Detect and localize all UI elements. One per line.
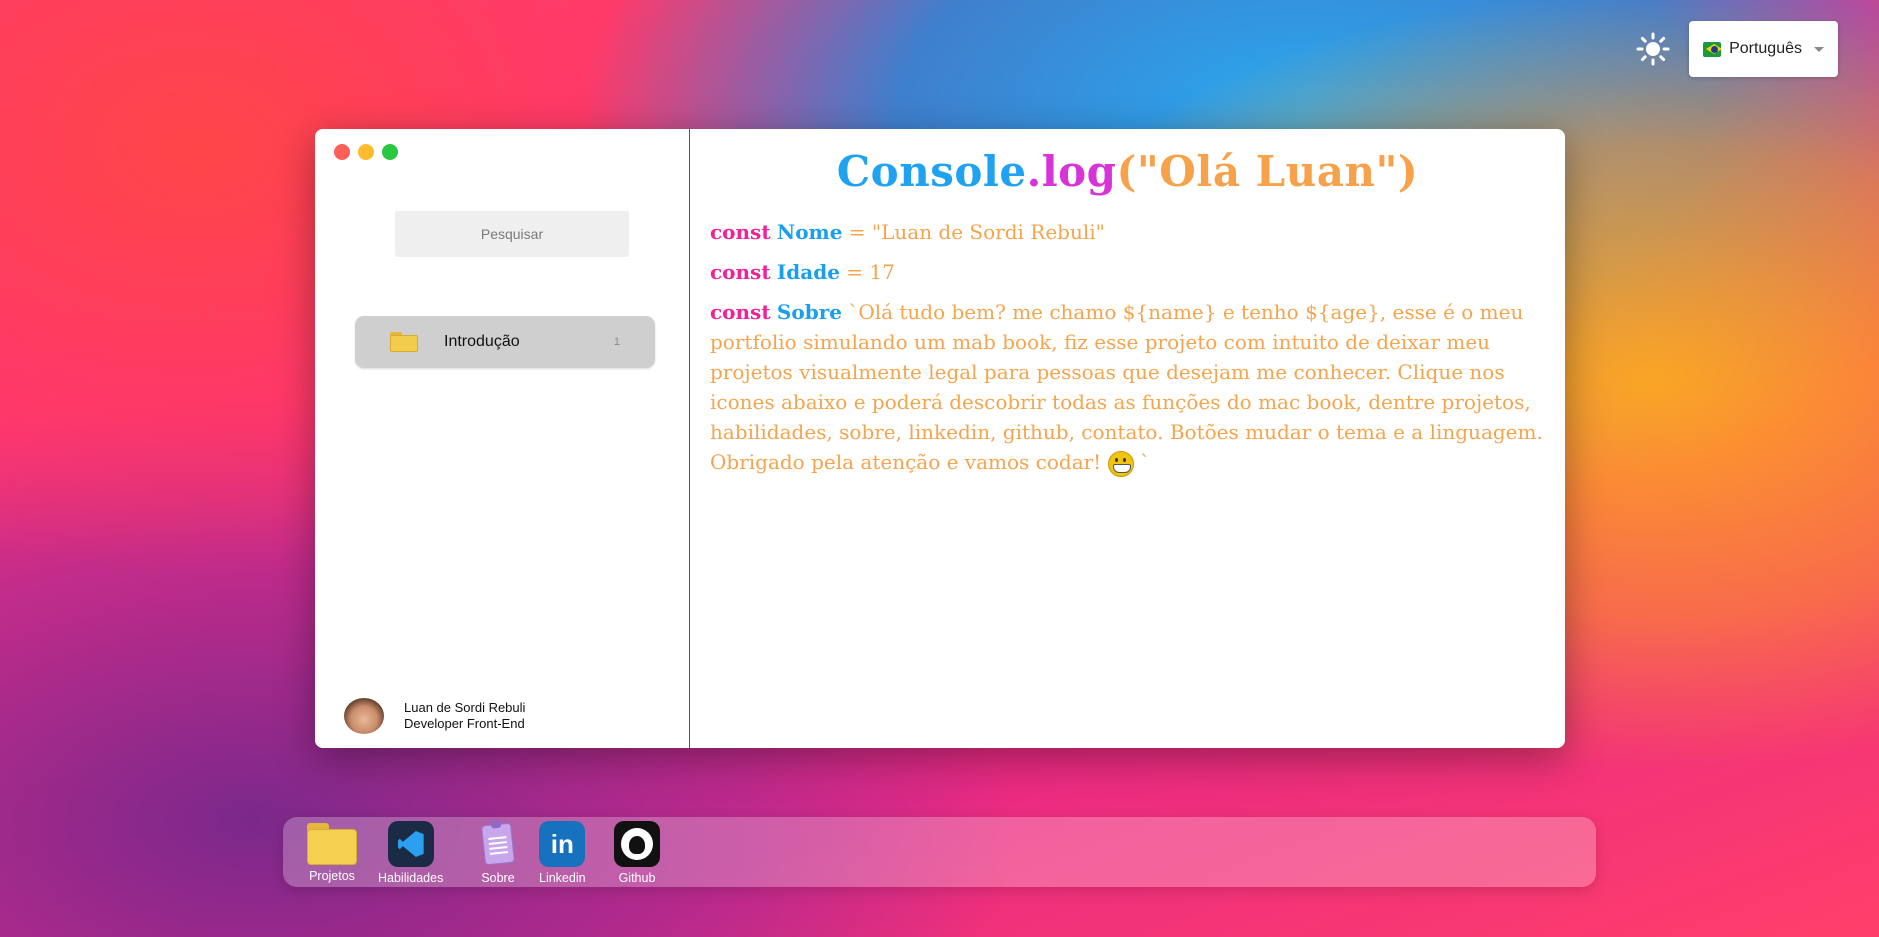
code-line-nome: const Nome = "Luan de Sordi Rebuli"	[710, 217, 1560, 247]
code-identifier: Idade	[776, 260, 840, 284]
dock-item-habilidades[interactable]: Habilidades	[378, 821, 443, 885]
window-controls	[334, 144, 398, 160]
code-identifier: Nome	[776, 220, 843, 244]
code-line-idade: const Idade = 17	[710, 257, 1560, 287]
minimize-button[interactable]	[358, 144, 374, 160]
dock-label: Sobre	[481, 871, 515, 885]
code-value: `Olá tudo bem? me chamo ${name} e tenho …	[710, 300, 1543, 474]
brazil-flag-icon	[1703, 41, 1723, 57]
dock-item-sobre[interactable]: Sobre	[475, 821, 521, 885]
search-input[interactable]	[395, 211, 629, 257]
code-keyword: const	[710, 260, 771, 284]
linkedin-icon: in	[539, 821, 586, 867]
sidebar-item-count: 1	[613, 336, 620, 348]
dock-item-github[interactable]: Github	[614, 821, 660, 885]
dock-label: Habilidades	[378, 871, 444, 885]
close-button[interactable]	[334, 144, 350, 160]
profile-name: Luan de Sordi Rebuli	[404, 700, 526, 715]
code-value: = "Luan de Sordi Rebuli"	[848, 220, 1105, 244]
dock-label: Github	[618, 871, 656, 885]
dock-label: Linkedin	[539, 871, 586, 885]
title-dot: .	[1026, 147, 1042, 196]
avatar	[344, 698, 384, 734]
github-icon	[614, 821, 660, 867]
code-value: = 17	[846, 260, 895, 284]
sidebar-item-introducao[interactable]: Introdução 1	[355, 316, 655, 368]
code-line-sobre: const Sobre `Olá tudo bem? me chamo ${na…	[710, 297, 1560, 477]
main-window: Introdução 1 Luan de Sordi Rebuli Develo…	[315, 129, 1565, 748]
grin-emoji-icon	[1107, 450, 1134, 477]
profile: Luan de Sordi Rebuli Developer Front-End	[344, 698, 525, 734]
code-value-end: `	[1139, 450, 1150, 474]
code-identifier: Sobre	[776, 300, 842, 324]
title-console: Console	[836, 147, 1027, 196]
language-select[interactable]: Português	[1689, 21, 1838, 77]
clipboard-icon	[475, 821, 521, 867]
code-keyword: const	[710, 300, 771, 324]
dock: Projetos Habilidades Sobre in Linkedin G…	[283, 817, 1596, 887]
page-title: Console.log("Olá Luan")	[690, 147, 1565, 196]
sidebar: Introdução 1 Luan de Sordi Rebuli Develo…	[315, 129, 690, 748]
profile-role: Developer Front-End	[404, 716, 525, 731]
dock-item-projetos[interactable]: Projetos	[307, 821, 357, 883]
chevron-down-icon	[1814, 46, 1824, 52]
code-keyword: const	[710, 220, 771, 244]
maximize-button[interactable]	[382, 144, 398, 160]
dock-item-linkedin[interactable]: in Linkedin	[539, 821, 586, 885]
folder-icon	[307, 823, 357, 865]
content-pane: Console.log("Olá Luan") const Nome = "Lu…	[690, 129, 1565, 748]
language-label: Português	[1729, 40, 1802, 57]
folder-icon	[390, 332, 418, 352]
sidebar-item-label: Introdução	[444, 333, 520, 350]
code-block: const Nome = "Luan de Sordi Rebuli" cons…	[710, 217, 1560, 487]
title-log: log	[1041, 147, 1117, 196]
sun-icon[interactable]	[1636, 32, 1670, 66]
title-args: ("Olá Luan")	[1116, 147, 1419, 196]
vscode-icon	[387, 821, 434, 867]
dock-label: Projetos	[309, 869, 355, 883]
